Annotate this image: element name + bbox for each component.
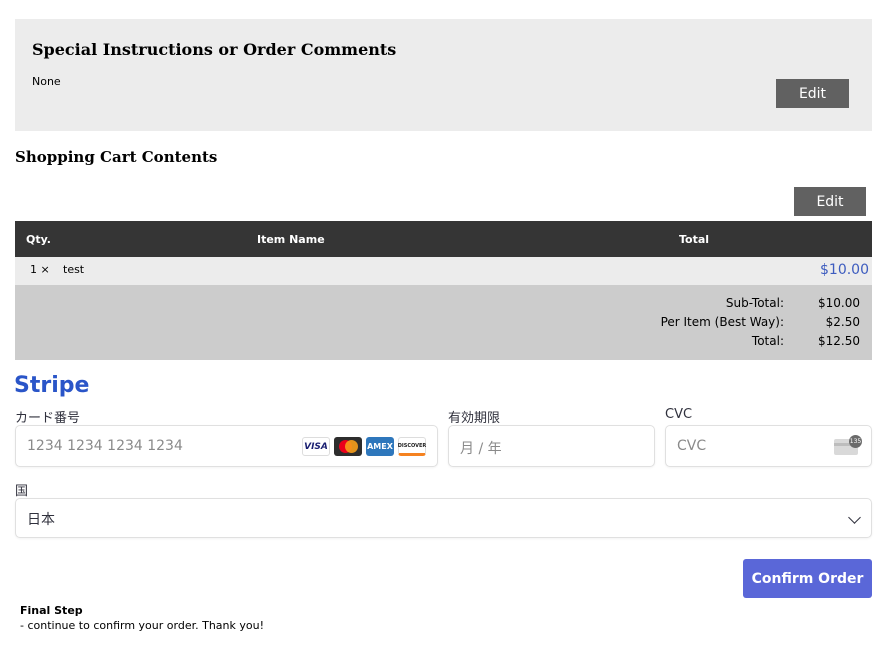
header-item-name: Item Name (257, 233, 325, 246)
header-total: Total (679, 233, 710, 246)
order-comments-title: Special Instructions or Order Comments (32, 40, 397, 59)
card-number-label: カード番号 (15, 411, 81, 426)
order-comments-value: None (32, 75, 61, 88)
cart-item-row: 1 × test $10.00 (15, 257, 872, 285)
card-number-input[interactable]: 1234 1234 1234 1234 VISA AMEX DISCOVER (15, 425, 438, 467)
amex-icon: AMEX (366, 437, 394, 456)
item-total: $10.00 (820, 262, 869, 278)
country-select[interactable]: 日本 (15, 498, 872, 538)
card-brands: VISA AMEX DISCOVER (302, 437, 426, 456)
order-totals: Sub-Total: $10.00 Per Item (Best Way): $… (15, 285, 872, 360)
total-value: $12.50 (818, 334, 860, 348)
mastercard-icon (334, 437, 362, 456)
country-label: 国 (15, 484, 29, 499)
chevron-down-icon (848, 511, 861, 524)
expiry-label: 有効期限 (448, 411, 501, 426)
subtotal-row: Sub-Total: $10.00 (588, 296, 860, 310)
confirm-order-button[interactable]: Confirm Order (743, 559, 872, 598)
final-step-text: - continue to confirm your order. Thank … (20, 619, 264, 632)
order-comments-panel: Special Instructions or Order Comments N… (15, 19, 872, 131)
cart-table-header: Qty. Item Name Total (15, 221, 872, 257)
visa-icon: VISA (302, 437, 330, 456)
subtotal-value: $10.00 (818, 296, 860, 310)
item-name: test (63, 263, 85, 276)
expiry-placeholder: 月 / 年 (460, 441, 502, 457)
shipping-label: Per Item (Best Way): (660, 315, 784, 329)
total-row: Total: $12.50 (588, 334, 860, 348)
shopping-cart-title: Shopping Cart Contents (15, 148, 218, 166)
cvc-input[interactable]: CVC 135 (665, 425, 872, 467)
stripe-title: Stripe (14, 373, 90, 398)
shipping-value: $2.50 (825, 315, 860, 329)
expiry-input[interactable]: 月 / 年 (448, 425, 655, 467)
subtotal-label: Sub-Total: (725, 296, 784, 310)
cvc-card-icon: 135 (834, 435, 862, 455)
cvc-label: CVC (665, 407, 693, 422)
shipping-row: Per Item (Best Way): $2.50 (588, 315, 860, 329)
edit-cart-button[interactable]: Edit (794, 187, 866, 216)
header-qty: Qty. (26, 233, 51, 246)
country-value: 日本 (27, 512, 55, 528)
item-qty: 1 × (30, 263, 50, 276)
edit-comments-button[interactable]: Edit (776, 79, 849, 108)
card-number-placeholder: 1234 1234 1234 1234 (27, 438, 183, 454)
cvc-placeholder: CVC (677, 438, 707, 454)
total-label: Total: (751, 334, 784, 348)
discover-icon: DISCOVER (398, 437, 426, 456)
final-step-title: Final Step (20, 604, 83, 617)
